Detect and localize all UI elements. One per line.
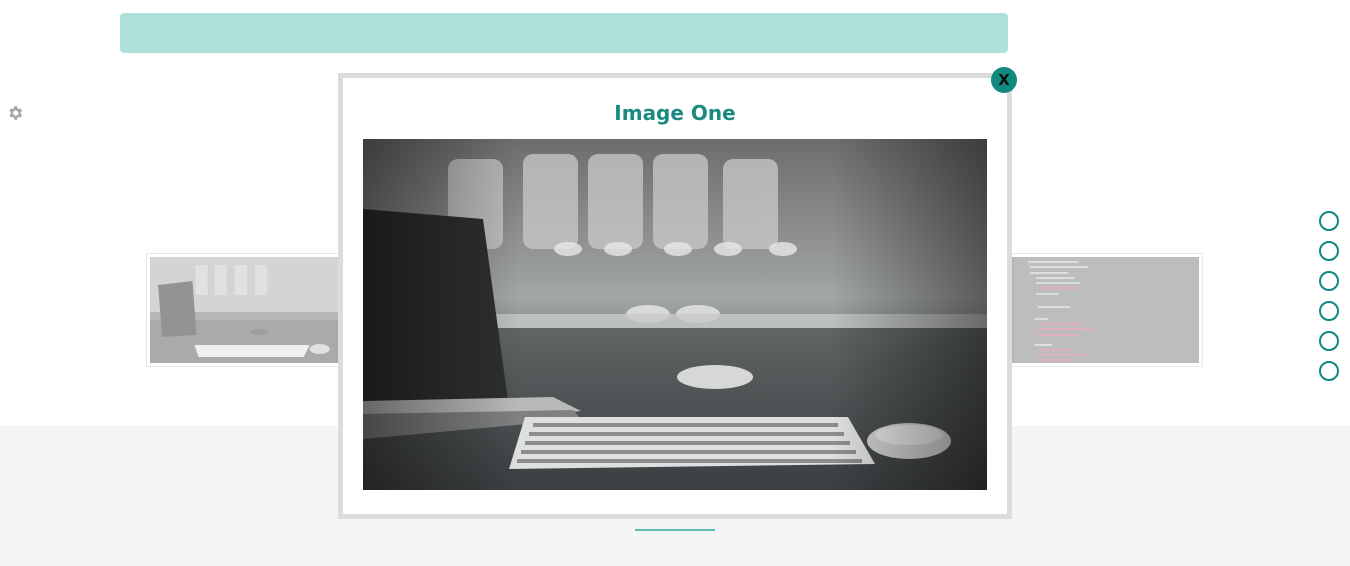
modal-content: Image One <box>343 78 1007 514</box>
close-icon: X <box>998 71 1010 89</box>
page-dot-3[interactable] <box>1319 271 1339 291</box>
thumbnail-desk-image[interactable] <box>146 253 346 367</box>
desk-photo-thumbnail <box>150 257 342 363</box>
page-dot-4[interactable] <box>1319 301 1339 321</box>
gear-icon[interactable] <box>6 104 24 122</box>
page-dot-2[interactable] <box>1319 241 1339 261</box>
close-button[interactable]: X <box>991 67 1017 93</box>
thumbnail-code-image[interactable] <box>1004 253 1203 367</box>
code-photo-thumbnail <box>1008 257 1199 363</box>
pagination-dots <box>1319 211 1339 391</box>
page-dot-1[interactable] <box>1319 211 1339 231</box>
section-underline <box>635 529 715 531</box>
top-banner-bar <box>120 13 1008 53</box>
modal-desk-photo <box>363 139 987 490</box>
modal-title: Image One <box>614 101 736 125</box>
desk-keyboard-photo <box>363 139 987 490</box>
page-dot-6[interactable] <box>1319 361 1339 381</box>
page-dot-5[interactable] <box>1319 331 1339 351</box>
image-lightbox-modal: Image One <box>338 73 1012 519</box>
